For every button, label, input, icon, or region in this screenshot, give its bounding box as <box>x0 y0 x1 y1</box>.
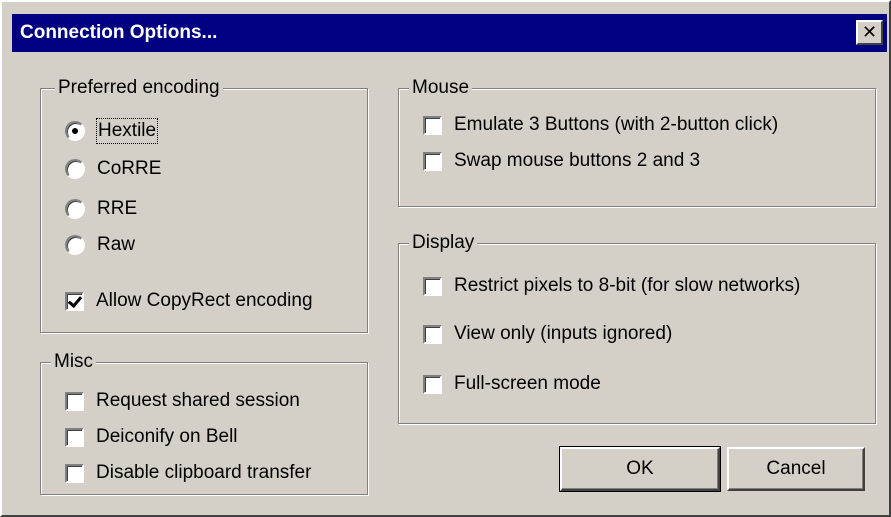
cancel-button[interactable]: Cancel <box>727 447 865 491</box>
checkbox-unchecked[interactable] <box>423 276 442 296</box>
radio-label-hextile: Hextile <box>95 118 159 144</box>
checkbox-unchecked[interactable] <box>423 324 442 344</box>
checkbox-label-full-screen-mode: Full-screen mode <box>454 373 601 394</box>
checkbox-full-screen-mode[interactable]: Full-screen mode <box>423 372 601 396</box>
misc-group: Misc Request shared session Deiconify on… <box>40 351 368 495</box>
radio-raw[interactable]: Raw <box>65 233 135 257</box>
checkbox-restrict-pixels-8bit[interactable]: Restrict pixels to 8-bit (for slow netwo… <box>423 274 800 298</box>
checkbox-allow-copyrect[interactable]: Allow CopyRect encoding <box>65 289 313 313</box>
group-title-preferred-encoding: Preferred encoding <box>55 77 223 99</box>
checkbox-checked[interactable] <box>65 291 84 311</box>
checkbox-label-view-only: View only (inputs ignored) <box>454 323 673 344</box>
preferred-encoding-group: Preferred encoding Hextile CoRRE RRE Raw… <box>40 77 368 333</box>
cancel-button-label: Cancel <box>766 458 826 479</box>
checkbox-unchecked[interactable] <box>65 463 84 483</box>
radio-label-corre: CoRRE <box>97 158 162 179</box>
radio-button[interactable] <box>65 199 85 219</box>
radio-button[interactable] <box>65 159 85 179</box>
checkbox-unchecked[interactable] <box>423 115 442 135</box>
mouse-group: Mouse Emulate 3 Buttons (with 2-button c… <box>398 77 876 207</box>
group-title-misc: Misc <box>51 351 97 373</box>
checkbox-label-disable-clipboard-transfer: Disable clipboard transfer <box>96 462 312 483</box>
checkbox-label-allow-copyrect: Allow CopyRect encoding <box>96 290 313 311</box>
checkbox-view-only[interactable]: View only (inputs ignored) <box>423 322 672 346</box>
group-title-mouse: Mouse <box>409 77 473 99</box>
ok-button-label: OK <box>626 458 654 479</box>
checkbox-emulate-3-buttons[interactable]: Emulate 3 Buttons (with 2-button click) <box>423 113 778 137</box>
checkbox-label-swap-mouse-buttons: Swap mouse buttons 2 and 3 <box>454 150 701 171</box>
close-button[interactable]: ✕ <box>856 20 883 45</box>
radio-corre[interactable]: CoRRE <box>65 157 161 181</box>
radio-button[interactable] <box>65 235 85 255</box>
checkbox-deiconify-on-bell[interactable]: Deiconify on Bell <box>65 425 238 449</box>
radio-button-selected[interactable] <box>65 121 85 141</box>
checkbox-label-request-shared-session: Request shared session <box>96 390 300 411</box>
radio-label-raw: Raw <box>97 234 136 255</box>
radio-label-rre: RRE <box>97 198 138 219</box>
radio-hextile[interactable]: Hextile <box>65 118 159 144</box>
checkbox-unchecked[interactable] <box>65 391 84 411</box>
close-icon: ✕ <box>861 22 878 42</box>
checkbox-unchecked[interactable] <box>423 151 442 171</box>
display-group: Display Restrict pixels to 8-bit (for sl… <box>398 232 876 424</box>
connection-options-dialog: Connection Options... ✕ Preferred encodi… <box>0 0 891 517</box>
group-title-display: Display <box>409 232 478 254</box>
checkbox-unchecked[interactable] <box>423 374 442 394</box>
checkbox-swap-mouse-buttons[interactable]: Swap mouse buttons 2 and 3 <box>423 149 700 173</box>
window-title: Connection Options... <box>20 22 218 43</box>
checkbox-label-deiconify-on-bell: Deiconify on Bell <box>96 426 238 447</box>
checkbox-label-restrict-pixels-8bit: Restrict pixels to 8-bit (for slow netwo… <box>454 275 801 296</box>
ok-button[interactable]: OK <box>559 446 721 492</box>
checkbox-unchecked[interactable] <box>65 427 84 447</box>
title-bar[interactable]: Connection Options... ✕ <box>12 14 887 52</box>
checkbox-request-shared-session[interactable]: Request shared session <box>65 389 300 413</box>
radio-rre[interactable]: RRE <box>65 197 137 221</box>
checkbox-disable-clipboard-transfer[interactable]: Disable clipboard transfer <box>65 461 311 485</box>
checkbox-label-emulate-3-buttons: Emulate 3 Buttons (with 2-button click) <box>454 114 779 135</box>
